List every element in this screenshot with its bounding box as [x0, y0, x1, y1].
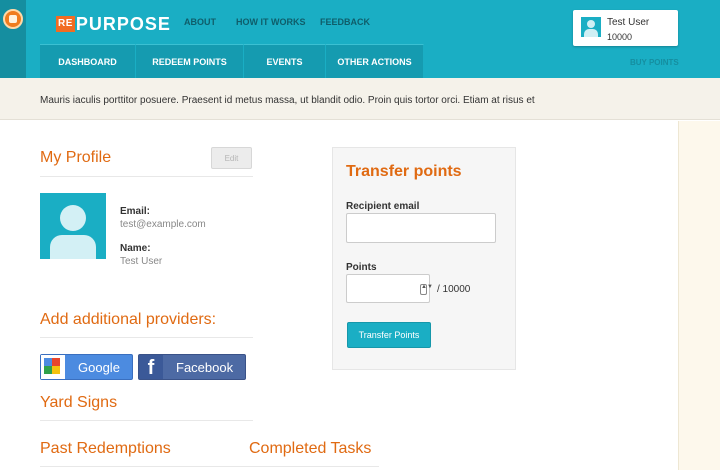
- banner-text: Mauris iaculis porttitor posuere. Praese…: [40, 95, 535, 106]
- transfer-points-panel: Transfer points Recipient email Points ▲…: [332, 147, 516, 370]
- past-redemptions-title: Past Redemptions: [40, 440, 171, 457]
- points-max: / 10000: [437, 284, 471, 295]
- side-badge[interactable]: [0, 0, 26, 78]
- transfer-title: Transfer points: [346, 163, 462, 180]
- points-label: Points: [346, 262, 377, 273]
- user-points: 10000: [607, 32, 633, 42]
- nav-about[interactable]: ABOUT: [184, 17, 216, 27]
- points-input[interactable]: ▲▼: [346, 274, 433, 303]
- shield-icon: [3, 9, 23, 29]
- divider: [40, 176, 253, 177]
- tab-other-actions[interactable]: OTHER ACTIONS: [326, 44, 424, 78]
- user-card[interactable]: Test User 10000: [573, 10, 678, 46]
- user-avatar-icon: [581, 17, 601, 37]
- profile-avatar-icon: [40, 193, 106, 259]
- divider: [40, 420, 253, 421]
- name-value: Test User: [120, 256, 163, 267]
- email-value: test@example.com: [120, 219, 206, 230]
- nav-feedback[interactable]: FEEDBACK: [320, 17, 370, 27]
- app-header: RE PURPOSE ABOUT HOW IT WORKS FEEDBACK D…: [0, 0, 720, 78]
- divider: [40, 337, 253, 338]
- nav-how-it-works[interactable]: HOW IT WORKS: [236, 17, 306, 27]
- divider: [40, 466, 253, 467]
- right-sidebar: [678, 121, 720, 470]
- user-name: Test User: [607, 17, 650, 28]
- google-label: Google: [78, 359, 120, 375]
- spinner-icon[interactable]: ▲▼: [420, 284, 433, 295]
- buy-points-link[interactable]: BUY POINTS: [630, 58, 679, 67]
- brand-logo[interactable]: RE PURPOSE: [56, 14, 171, 34]
- providers-title: Add additional providers:: [40, 311, 217, 328]
- tab-dashboard[interactable]: DASHBOARD: [40, 44, 136, 78]
- email-label: Email:: [120, 206, 151, 217]
- google-icon: [41, 355, 65, 379]
- divider: [249, 466, 379, 467]
- completed-tasks-title: Completed Tasks: [249, 440, 372, 457]
- edit-button[interactable]: Edit: [211, 147, 252, 169]
- yard-signs-title: Yard Signs: [40, 394, 118, 411]
- facebook-icon: f: [139, 355, 163, 379]
- facebook-label: Facebook: [176, 359, 234, 375]
- info-banner: Mauris iaculis porttitor posuere. Praese…: [0, 78, 720, 120]
- profile-title: My Profile: [40, 149, 112, 166]
- recipient-email-input[interactable]: [346, 213, 496, 243]
- tab-redeem-points[interactable]: REDEEM POINTS: [136, 44, 244, 78]
- tab-events[interactable]: EVENTS: [244, 44, 326, 78]
- brand-name: PURPOSE: [75, 13, 171, 34]
- name-label: Name:: [120, 243, 151, 254]
- main-tabs: DASHBOARD REDEEM POINTS EVENTS OTHER ACT…: [40, 44, 424, 78]
- facebook-connect-button[interactable]: f Facebook: [138, 354, 246, 380]
- recipient-email-label: Recipient email: [346, 201, 420, 212]
- brand-badge: RE: [56, 16, 75, 32]
- google-connect-button[interactable]: Google: [40, 354, 133, 380]
- transfer-points-button[interactable]: Transfer Points: [347, 322, 431, 348]
